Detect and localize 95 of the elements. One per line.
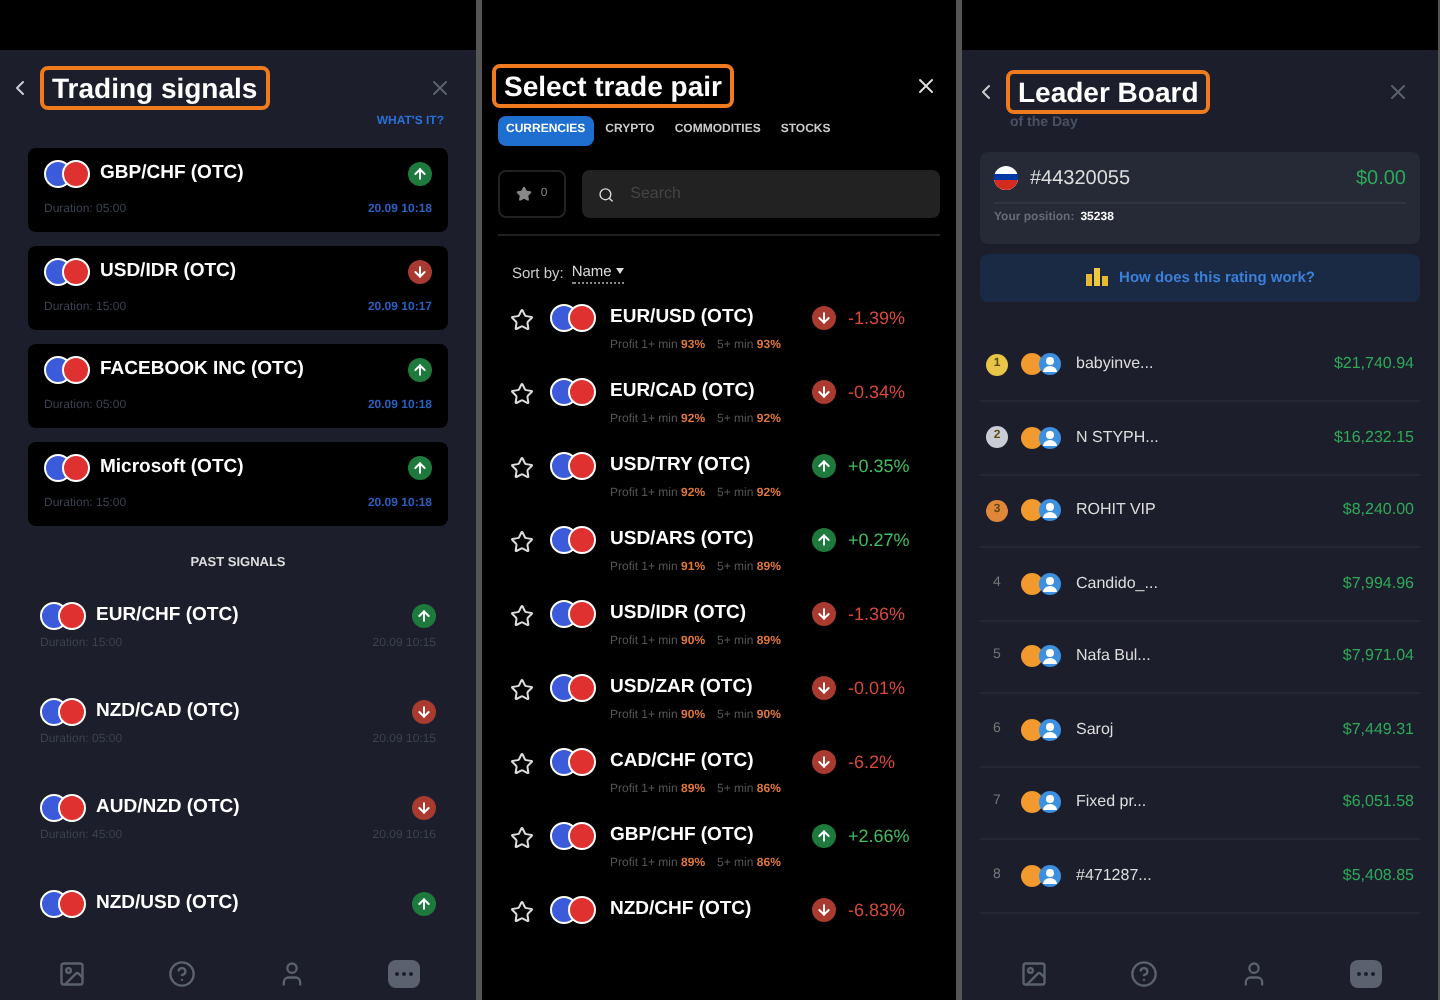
pair-name: GBP/CHF (OTC) — [100, 160, 244, 188]
currency-flags-icon — [550, 526, 598, 555]
avatar-icon — [1020, 717, 1064, 742]
pair-name: USD/IDR (OTC) — [100, 258, 237, 286]
currency-flags-icon — [550, 748, 598, 777]
profit-amount: $21,740.94 — [1333, 352, 1414, 377]
trader-name: Fixed pr... — [1076, 790, 1149, 815]
change-percent: -0.01% — [848, 675, 908, 702]
pair-name: CAD/CHF (OTC) — [610, 748, 754, 777]
pair-name: EUR/USD (OTC) — [610, 304, 754, 333]
change-percent: -1.39% — [848, 305, 908, 332]
trader-name: Candido_... — [1076, 571, 1160, 596]
profit-amount: $16,232.15 — [1333, 425, 1414, 450]
change-percent: -0.34% — [848, 379, 908, 406]
user-id: #44320055 — [1030, 165, 1131, 193]
favorite-star-icon[interactable] — [510, 604, 534, 629]
pair-name: EUR/CAD (OTC) — [610, 378, 755, 407]
pair-name: EUR/CHF (OTC) — [96, 601, 239, 630]
help-icon[interactable] — [1129, 960, 1157, 988]
pair-name: NZD/USD (OTC) — [96, 889, 239, 918]
currency-flags-icon — [40, 697, 88, 726]
avatar-icon — [1020, 644, 1064, 669]
panel-title: Trading signals — [40, 66, 270, 110]
currency-flags-icon — [550, 452, 598, 481]
currency-flags-icon — [550, 896, 598, 925]
image-icon[interactable] — [57, 960, 85, 988]
avatar-icon — [1020, 790, 1064, 815]
avatar-icon — [1020, 352, 1064, 377]
user-balance: $0.00 — [1355, 165, 1406, 193]
pair-name: AUD/NZD (OTC) — [96, 793, 240, 822]
pair-name: FACEBOOK INC (OTC) — [100, 356, 304, 384]
profit-amount: $8,240.00 — [1342, 498, 1414, 523]
currency-flags-icon — [550, 378, 598, 407]
user-icon[interactable] — [1239, 960, 1267, 988]
caret-icon — [615, 268, 624, 275]
favorite-star-icon[interactable] — [510, 530, 534, 555]
change-percent: +0.27% — [848, 527, 912, 554]
currency-flags-icon — [550, 674, 598, 703]
pair-name: USD/IDR (OTC) — [610, 600, 747, 629]
panel-title: Select trade pair — [492, 64, 734, 108]
close-icon[interactable] — [914, 74, 938, 98]
currency-flags-icon — [44, 160, 92, 189]
profit-amount: $7,994.96 — [1342, 571, 1414, 596]
profit-amount: $7,971.04 — [1342, 644, 1414, 669]
trader-name: #471287... — [1076, 863, 1154, 888]
currency-flags-icon — [550, 822, 598, 851]
pair-name: USD/ARS (OTC) — [610, 526, 754, 555]
favorite-star-icon[interactable] — [510, 456, 534, 481]
currency-flags-icon — [40, 601, 88, 630]
change-percent: -1.36% — [848, 601, 908, 628]
profit-amount: $7,449.31 — [1342, 717, 1414, 742]
change-percent: +2.66% — [848, 823, 912, 850]
avatar-icon — [1020, 571, 1064, 596]
pair-name: USD/TRY (OTC) — [610, 452, 751, 481]
trader-name: babyinve... — [1076, 352, 1156, 377]
favorite-star-icon[interactable] — [510, 308, 534, 333]
currency-flags-icon — [40, 889, 88, 918]
more-icon[interactable] — [1349, 960, 1381, 988]
favorite-star-icon[interactable] — [510, 678, 534, 703]
flag-icon — [994, 166, 1018, 190]
trader-name: Nafa Bul... — [1076, 644, 1153, 669]
trader-name: N STYPH... — [1076, 425, 1161, 450]
profit-amount: $5,408.85 — [1342, 863, 1414, 888]
pair-name: GBP/CHF (OTC) — [610, 822, 754, 851]
pair-name: NZD/CHF (OTC) — [610, 896, 752, 925]
avatar-icon — [1020, 425, 1064, 450]
favorite-star-icon[interactable] — [510, 382, 534, 407]
change-percent: +0.35% — [848, 453, 912, 480]
currency-flags-icon — [550, 600, 598, 629]
change-percent: -6.83% — [848, 897, 908, 924]
profit-amount: $6,051.58 — [1342, 790, 1414, 815]
trader-name: Saroj — [1076, 717, 1116, 742]
favorite-star-icon[interactable] — [510, 752, 534, 777]
pair-name: Microsoft (OTC) — [100, 454, 244, 482]
panel-title: Leader Board — [1006, 70, 1211, 114]
star-icon — [516, 186, 533, 202]
pair-name: USD/ZAR (OTC) — [610, 674, 753, 703]
more-icon[interactable] — [387, 960, 419, 988]
pair-name: NZD/CAD (OTC) — [96, 697, 240, 726]
avatar-icon — [1020, 863, 1064, 888]
user-icon[interactable] — [277, 960, 305, 988]
currency-flags-icon — [44, 356, 92, 385]
trader-name: ROHIT VIP — [1076, 498, 1158, 523]
currency-flags-icon — [44, 258, 92, 287]
search-icon — [598, 185, 615, 203]
trophy-icon — [1085, 268, 1108, 286]
favorite-star-icon[interactable] — [510, 900, 534, 925]
currency-flags-icon — [44, 454, 92, 483]
avatar-icon — [1020, 498, 1064, 523]
image-icon[interactable] — [1019, 960, 1047, 988]
change-percent: -6.2% — [848, 749, 898, 776]
currency-flags-icon — [40, 793, 88, 822]
favorite-star-icon[interactable] — [510, 826, 534, 851]
help-icon[interactable] — [167, 960, 195, 988]
currency-flags-icon — [550, 304, 598, 333]
